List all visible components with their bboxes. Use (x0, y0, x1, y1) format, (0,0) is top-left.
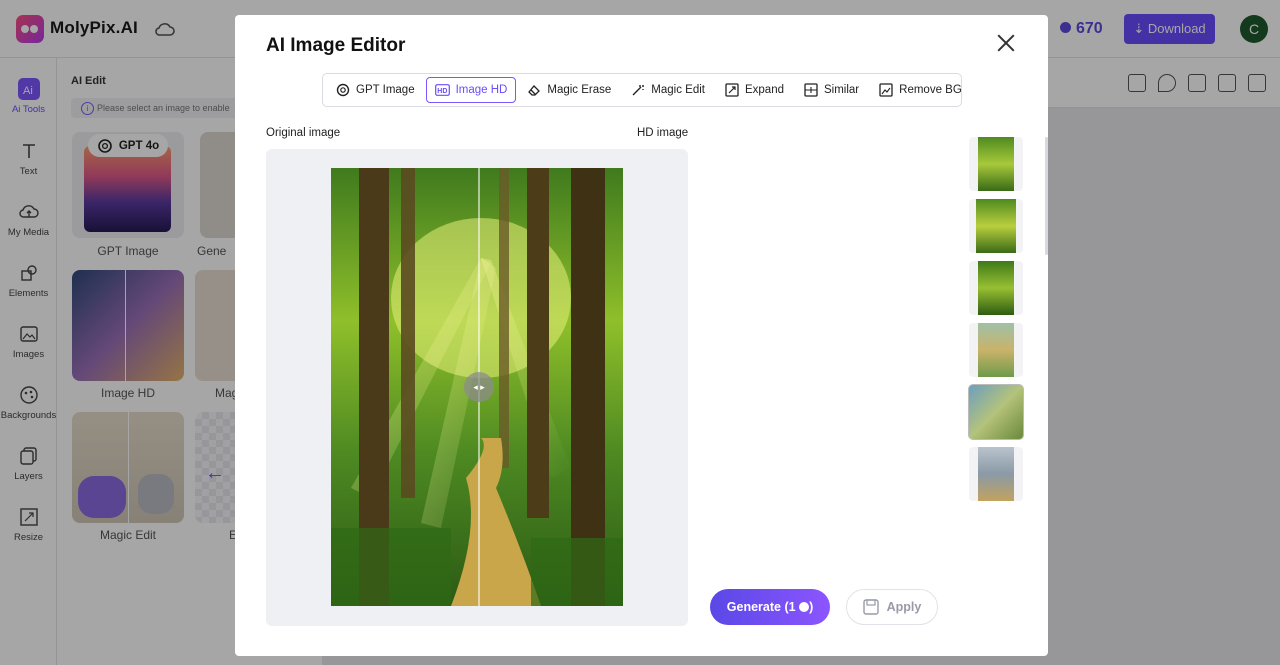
editor-tabs: GPT Image HD Image HD Magic Erase Magic … (322, 73, 962, 107)
tab-image-hd[interactable]: HD Image HD (425, 77, 517, 103)
close-button[interactable] (995, 32, 1017, 54)
coin-icon (799, 602, 810, 612)
similar-icon (804, 83, 818, 97)
tab-label: Expand (744, 84, 784, 96)
tab-label: Magic Erase (547, 84, 612, 96)
compare-view: ◂ ▸ (266, 149, 688, 626)
thumbnail-scrollbar[interactable] (1045, 137, 1048, 255)
apply-button[interactable]: Apply (846, 589, 938, 625)
apply-label: Apply (886, 600, 922, 614)
thumbnail[interactable] (969, 261, 1023, 315)
thumbnail[interactable] (969, 137, 1023, 191)
tab-magic-erase[interactable]: Magic Erase (518, 77, 620, 103)
tab-gpt-image[interactable]: GPT Image (327, 77, 424, 103)
tab-label: GPT Image (356, 84, 415, 96)
generate-button[interactable]: Generate (1 ) (710, 589, 830, 625)
openai-icon (336, 83, 350, 97)
original-image-label: Original image (266, 127, 341, 139)
forest-image: ◂ ▸ (331, 168, 623, 606)
hd-image-label: HD image (637, 127, 689, 139)
thumbnail[interactable] (969, 199, 1023, 253)
modal-title: AI Image Editor (266, 35, 406, 56)
tab-label: Similar (824, 84, 860, 96)
generate-cost-end: ) (809, 600, 814, 614)
tab-label: Image HD (455, 84, 508, 96)
svg-text:HD: HD (437, 88, 447, 95)
tab-expand[interactable]: Expand (716, 77, 793, 103)
expand-icon (725, 83, 739, 97)
remove-bg-icon (879, 83, 893, 97)
compare-handle[interactable]: ◂ ▸ (464, 372, 494, 402)
hd-icon: HD (434, 84, 450, 96)
ai-image-editor-modal: AI Image Editor GPT Image HD Image HD Ma… (235, 15, 1048, 656)
save-icon (862, 599, 879, 615)
tab-magic-edit[interactable]: Magic Edit (622, 77, 714, 103)
generate-cost: (1 (784, 600, 796, 614)
tab-similar[interactable]: Similar (795, 77, 868, 103)
magic-wand-icon (632, 85, 645, 96)
generate-label: Generate (726, 600, 781, 614)
tab-label: Remove BG (899, 84, 962, 96)
thumbnail[interactable] (969, 323, 1023, 377)
eraser-icon (528, 85, 541, 96)
thumbnail[interactable] (969, 385, 1023, 439)
tab-remove-bg[interactable]: Remove BG (870, 77, 971, 103)
thumbnail[interactable] (969, 447, 1023, 501)
tab-label: Magic Edit (651, 84, 705, 96)
